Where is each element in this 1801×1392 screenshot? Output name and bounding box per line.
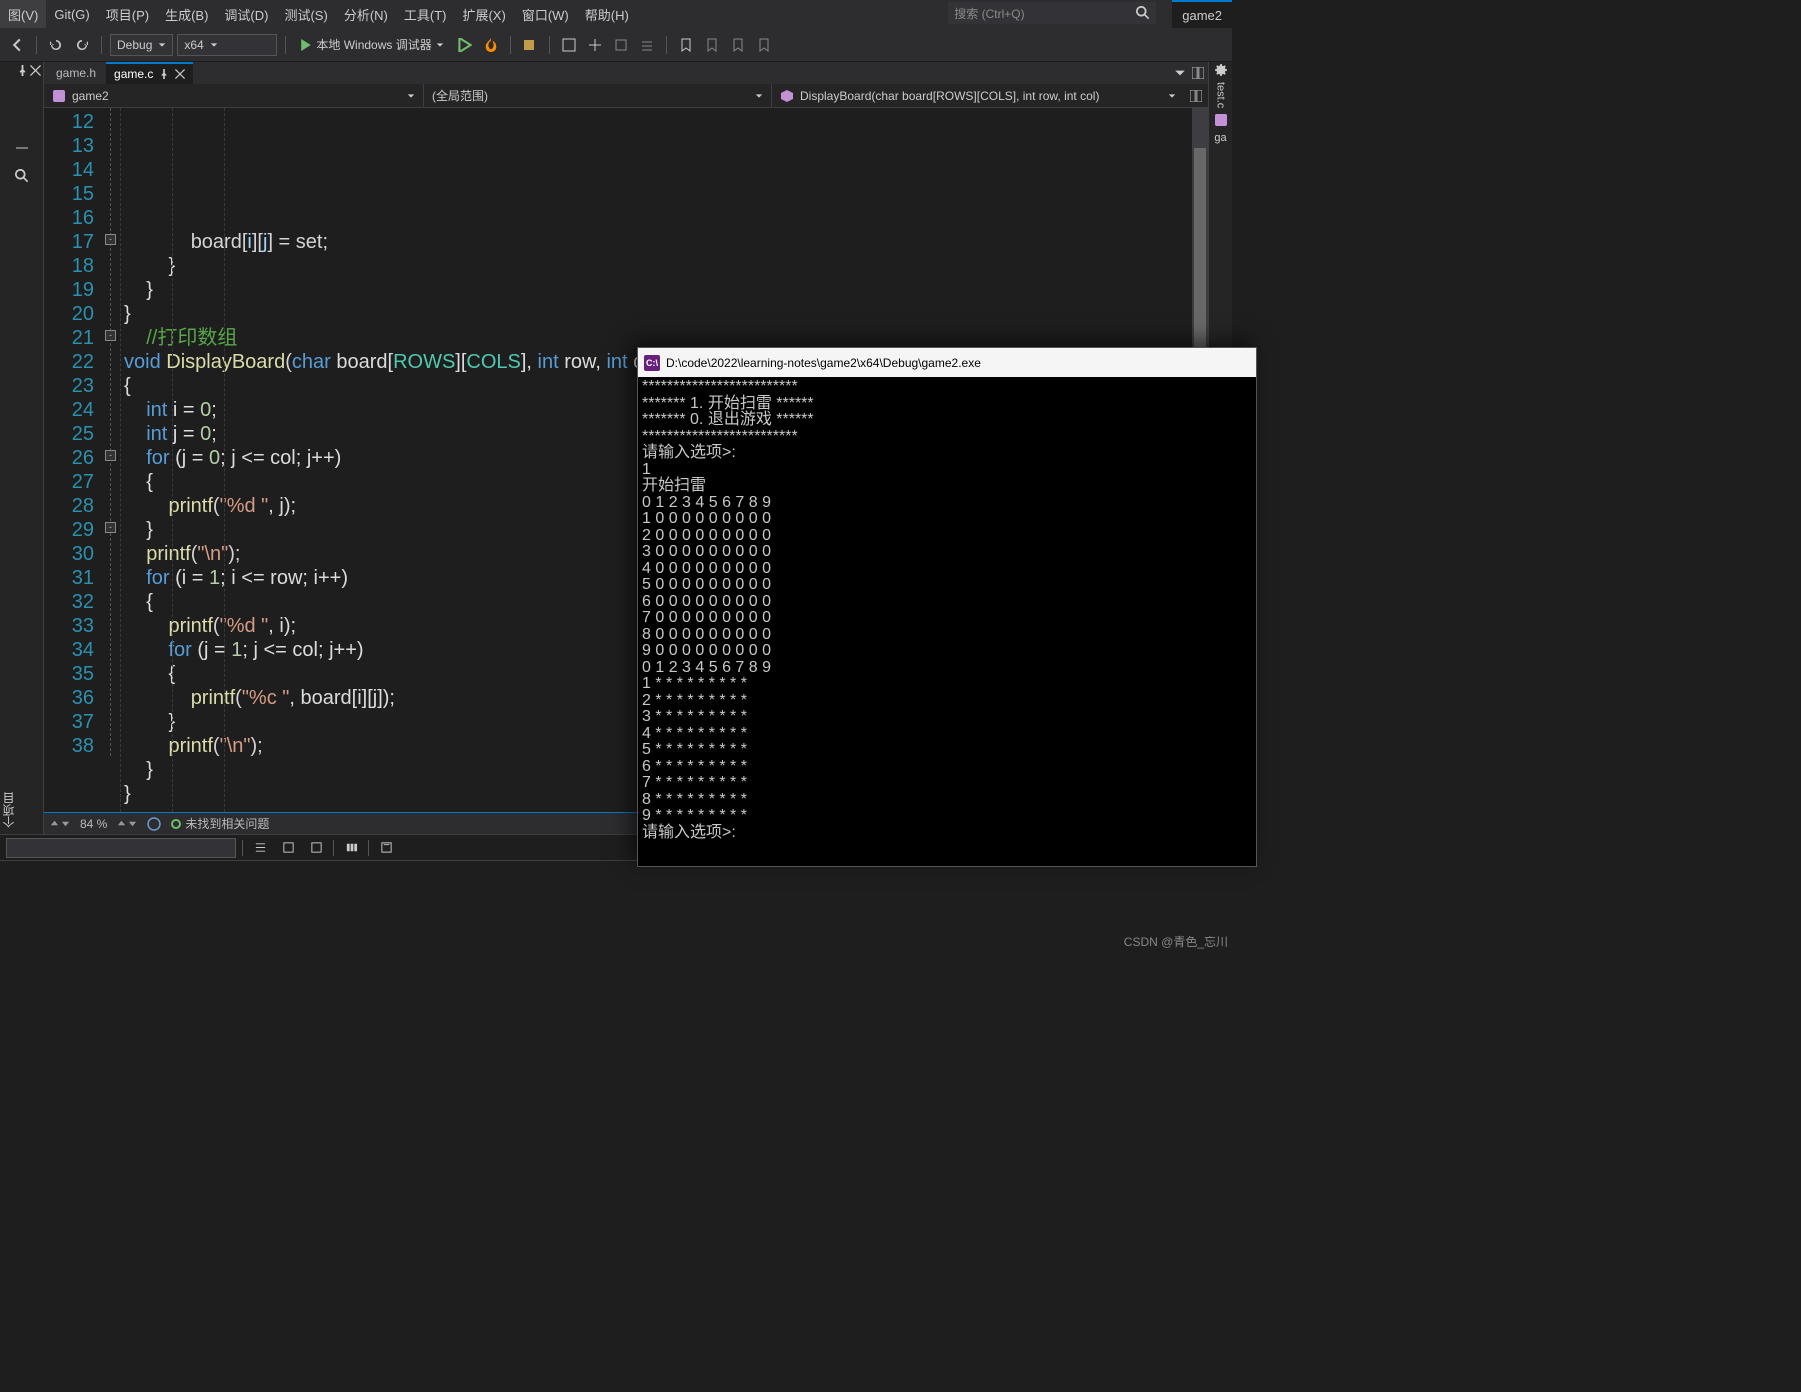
menu-调试(D)[interactable]: 调试(D) [216,0,276,28]
issues-text[interactable]: 未找到相关问题 [185,815,269,832]
close-icon[interactable] [175,69,185,79]
zoom-level[interactable]: 84 % [80,817,107,831]
console-titlebar[interactable]: C:\ D:\code\2022\learning-notes\game2\x6… [638,348,1256,377]
output-btn-2[interactable] [277,838,299,858]
fold-gutter[interactable]: - - - - [104,108,120,812]
menu-分析(N)[interactable]: 分析(N) [336,0,396,28]
start-debugging-button[interactable]: 本地 Windows 调试器 [294,34,449,56]
watermark: CSDN @青色_忘川 [1124,933,1228,950]
bookmark-clear-icon[interactable] [753,34,775,56]
scope-label: (全局范围) [432,87,749,104]
sidebar-label[interactable]: 个项目 [2,792,16,828]
chevron-down-icon[interactable] [1174,67,1186,79]
namespace-scope-dropdown[interactable]: (全局范围) [424,84,772,107]
menu-Git(G)[interactable]: Git(G) [46,0,97,28]
menu-窗口(W)[interactable]: 窗口(W) [514,0,577,28]
tab-game-c[interactable]: game.c [106,62,193,84]
menu-帮助(H)[interactable]: 帮助(H) [577,0,637,28]
scope-label: DisplayBoard(char board[ROWS][COLS], int… [800,89,1162,103]
left-sidebar: 个项目 [0,62,44,834]
method-icon [780,89,794,103]
menu-工具(T)[interactable]: 工具(T) [396,0,455,28]
right-tab-label[interactable]: test.c [1215,82,1227,108]
project-icon [52,89,66,103]
wrench-icon[interactable] [0,162,43,190]
search-icon[interactable] [0,134,43,162]
split-editor-icon[interactable] [1192,67,1204,79]
pin-icon[interactable] [159,69,169,79]
configuration-dropdown[interactable]: Debug [110,34,173,56]
fold-toggle[interactable]: - [105,522,116,533]
console-window[interactable]: C:\ D:\code\2022\learning-notes\game2\x6… [637,347,1257,867]
output-btn-4[interactable] [340,838,362,858]
redo-button[interactable] [71,34,93,56]
chevron-down-icon [407,92,415,100]
menu-扩展(X)[interactable]: 扩展(X) [454,0,513,28]
bookmark-next-icon[interactable] [727,34,749,56]
tab-label: game.h [56,66,96,80]
toolbar-btn-2[interactable] [584,34,606,56]
new-item-button[interactable] [519,34,541,56]
scope-label: game2 [72,89,401,103]
console-icon: C:\ [644,355,660,371]
zoom-stepper[interactable] [117,819,137,828]
chevron-down-icon [436,41,444,49]
fold-toggle[interactable]: - [105,234,116,245]
global-search[interactable]: 搜索 (Ctrl+Q) [948,2,1156,24]
hot-reload-button[interactable] [480,34,502,56]
toolbar-btn-4[interactable] [636,34,658,56]
output-content[interactable] [0,861,1232,952]
fold-toggle[interactable]: - [105,330,116,341]
play-icon [300,39,312,51]
solution-name[interactable]: game2 [1172,0,1232,28]
right-tab-prefix: ga [1214,132,1226,144]
split-vertical-icon[interactable] [1190,90,1202,102]
menu-测试(S)[interactable]: 测试(S) [276,0,335,28]
bookmark-icon[interactable] [675,34,697,56]
tab-game-h[interactable]: game.h [48,62,104,84]
output-btn-5[interactable] [375,838,397,858]
status-ok-icon [171,819,181,829]
menubar: 图(V)Git(G)项目(P)生成(B)调试(D)测试(S)分析(N)工具(T)… [0,0,1232,28]
close-icon[interactable] [30,65,41,76]
run-label: 本地 Windows 调试器 [316,36,431,53]
bookmark-prev-icon[interactable] [701,34,723,56]
toolbar-btn-1[interactable] [558,34,580,56]
chevron-down-icon [1168,92,1176,100]
fold-toggle[interactable]: - [105,450,116,461]
function-scope-dropdown[interactable]: DisplayBoard(char board[ROWS][COLS], int… [772,84,1184,107]
gear-icon[interactable] [1215,64,1227,76]
search-placeholder: 搜索 (Ctrl+Q) [954,5,1136,22]
nav-back-button[interactable] [6,34,28,56]
collapse-icon[interactable] [50,819,70,828]
output-btn-3[interactable] [305,838,327,858]
console-output[interactable]: ************************* ******* 1. 开始扫… [638,377,1256,866]
search-icon [1136,6,1150,20]
start-without-debugging-button[interactable] [454,34,476,56]
undo-button[interactable] [45,34,67,56]
line-numbers: 1213141516171819202122232425262728293031… [44,108,104,812]
configuration-value: Debug [117,38,152,52]
document-tabs: game.h game.c [44,62,1208,84]
platform-dropdown[interactable]: x64 [177,34,277,56]
menu-生成(B)[interactable]: 生成(B) [157,0,216,28]
menu-项目(P)[interactable]: 项目(P) [98,0,157,28]
main-toolbar: Debug x64 本地 Windows 调试器 [0,28,1232,62]
tab-label: game.c [114,67,153,81]
project-icon[interactable] [1215,114,1227,126]
pin-icon[interactable] [17,65,28,76]
project-scope-dropdown[interactable]: game2 [44,84,424,107]
output-source-dropdown[interactable] [6,838,236,858]
info-icon[interactable] [147,817,161,831]
toolbar-btn-3[interactable] [610,34,632,56]
console-title: D:\code\2022\learning-notes\game2\x64\De… [666,356,1250,370]
navigation-bar: game2 (全局范围) DisplayBoard(char board[ROW… [44,84,1208,108]
output-btn-1[interactable] [249,838,271,858]
platform-value: x64 [184,38,203,52]
chevron-down-icon [755,92,763,100]
menu-图(V)[interactable]: 图(V) [0,0,46,28]
